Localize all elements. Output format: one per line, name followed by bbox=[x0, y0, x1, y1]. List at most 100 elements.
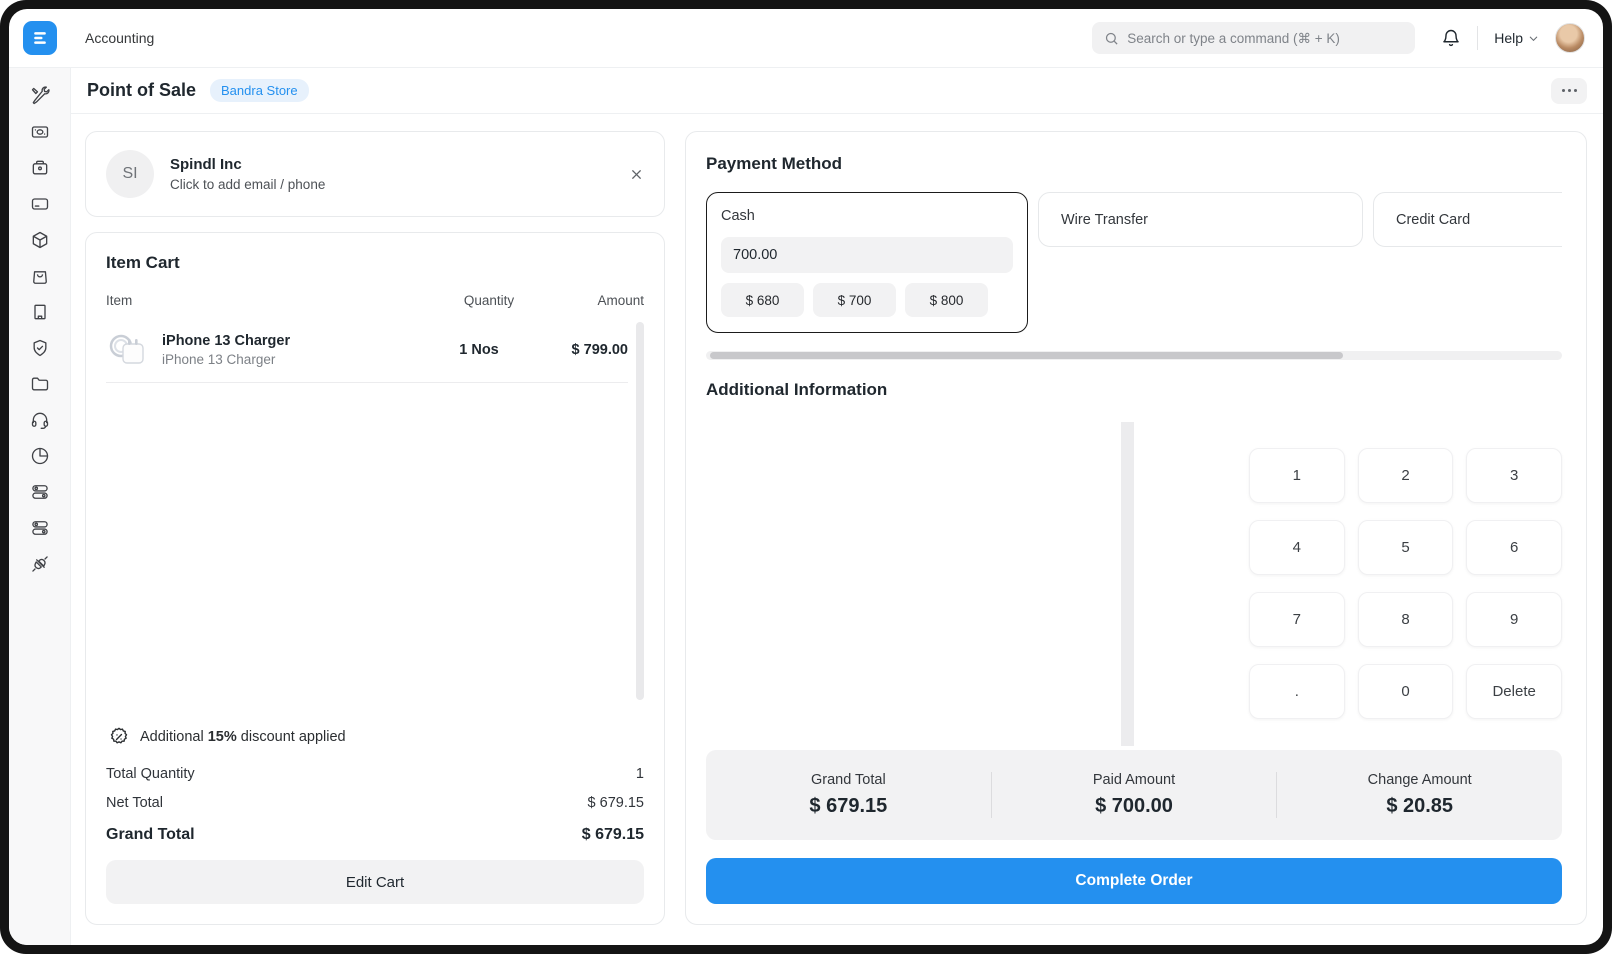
cash-amount-input[interactable] bbox=[721, 237, 1013, 273]
left-column: SI Spindl Inc Click to add email / phone bbox=[85, 131, 665, 925]
search-bar[interactable] bbox=[1092, 22, 1415, 54]
numpad-key-decimal[interactable]: . bbox=[1249, 664, 1345, 719]
column-item: Item bbox=[106, 293, 444, 308]
store-badge[interactable]: Bandra Store bbox=[210, 79, 309, 102]
payment-methods-scrollbar[interactable] bbox=[706, 351, 1562, 360]
quick-amount-700[interactable]: $ 700 bbox=[813, 283, 896, 317]
column-amount: Amount bbox=[534, 293, 644, 308]
net-total-value: $ 679.15 bbox=[588, 795, 644, 811]
summary-change-amount-label: Change Amount bbox=[1277, 772, 1562, 788]
cash-label: Cash bbox=[721, 208, 1013, 224]
summary-paid-amount-label: Paid Amount bbox=[992, 772, 1277, 788]
numpad-key-9[interactable]: 9 bbox=[1466, 592, 1562, 647]
payment-method-cash[interactable]: Cash $ 680 $ 700 $ 800 bbox=[706, 192, 1028, 333]
shopping-bag-icon[interactable] bbox=[23, 262, 57, 290]
window-frame: Accounting Help bbox=[0, 0, 1612, 954]
cart-scrollbar[interactable] bbox=[636, 322, 644, 700]
topbar: Accounting Help bbox=[9, 9, 1603, 68]
numpad-key-0[interactable]: 0 bbox=[1358, 664, 1454, 719]
product-name: iPhone 13 Charger bbox=[162, 333, 434, 349]
product-image bbox=[106, 330, 150, 370]
payment-methods: Cash $ 680 $ 700 $ 800 Wire Transfer Cre… bbox=[706, 192, 1562, 333]
plug-icon[interactable] bbox=[23, 550, 57, 578]
numpad-key-1[interactable]: 1 bbox=[1249, 448, 1345, 503]
payment-method-title: Payment Method bbox=[706, 154, 1562, 174]
quick-amount-800[interactable]: $ 800 bbox=[905, 283, 988, 317]
customer-name: Spindl Inc bbox=[170, 156, 325, 173]
page-content: SI Spindl Inc Click to add email / phone bbox=[71, 114, 1603, 945]
customer-avatar: SI bbox=[106, 150, 154, 198]
payment-method-credit-card[interactable]: Credit Card bbox=[1373, 192, 1562, 247]
order-summary-bar: Grand Total $ 679.15 Paid Amount $ 700.0… bbox=[706, 750, 1562, 840]
cart-item-row[interactable]: iPhone 13 Charger iPhone 13 Charger 1 No… bbox=[106, 322, 628, 383]
tools-icon[interactable] bbox=[23, 82, 57, 110]
summary-paid-amount-value: $ 700.00 bbox=[992, 795, 1277, 818]
summary-grand-total: Grand Total $ 679.15 bbox=[706, 772, 991, 818]
page-title: Point of Sale bbox=[87, 80, 196, 101]
help-button[interactable]: Help bbox=[1494, 30, 1539, 46]
app-title: Accounting bbox=[85, 30, 154, 46]
payment-method-wire-transfer[interactable]: Wire Transfer bbox=[1038, 192, 1363, 247]
building-icon[interactable] bbox=[23, 298, 57, 326]
numpad-key-2[interactable]: 2 bbox=[1358, 448, 1454, 503]
numpad-key-4[interactable]: 4 bbox=[1249, 520, 1345, 575]
user-avatar[interactable] bbox=[1555, 23, 1585, 53]
notifications-bell-icon[interactable] bbox=[1441, 28, 1461, 48]
total-quantity-row: Total Quantity 1 bbox=[106, 766, 644, 782]
column-quantity: Quantity bbox=[444, 293, 534, 308]
close-icon bbox=[629, 167, 644, 182]
total-quantity-label: Total Quantity bbox=[106, 766, 195, 782]
customer-card[interactable]: SI Spindl Inc Click to add email / phone bbox=[85, 131, 665, 217]
grand-total-value: $ 679.15 bbox=[582, 826, 644, 844]
card-icon[interactable] bbox=[23, 190, 57, 218]
summary-grand-total-value: $ 679.15 bbox=[706, 795, 991, 818]
grand-total-label: Grand Total bbox=[106, 826, 195, 844]
scrollbar-thumb[interactable] bbox=[710, 352, 1343, 359]
more-options-button[interactable] bbox=[1551, 78, 1587, 104]
item-cart-title: Item Cart bbox=[106, 253, 644, 273]
main-area: Point of Sale Bandra Store SI Spindl Inc… bbox=[71, 68, 1603, 945]
app-window: Accounting Help bbox=[9, 9, 1603, 945]
numpad-key-5[interactable]: 5 bbox=[1358, 520, 1454, 575]
quick-amount-680[interactable]: $ 680 bbox=[721, 283, 804, 317]
additional-info-title: Additional Information bbox=[706, 380, 1562, 400]
additional-info-empty bbox=[706, 412, 1121, 750]
cash-register-icon[interactable] bbox=[23, 118, 57, 146]
app-logo[interactable] bbox=[9, 21, 71, 55]
search-icon bbox=[1104, 31, 1119, 46]
cart-totals: Total Quantity 1 Net Total $ 679.15 Gran… bbox=[106, 766, 644, 844]
page-header: Point of Sale Bandra Store bbox=[71, 68, 1603, 114]
headset-icon[interactable] bbox=[23, 406, 57, 434]
numpad-key-3[interactable]: 3 bbox=[1466, 448, 1562, 503]
numpad-area: 1 2 3 4 5 6 7 8 9 . 0 De bbox=[1249, 412, 1562, 750]
quick-amounts: $ 680 $ 700 $ 800 bbox=[721, 283, 1013, 317]
shield-check-icon[interactable] bbox=[23, 334, 57, 362]
remove-customer-button[interactable] bbox=[629, 167, 644, 182]
discount-badge-icon bbox=[108, 726, 130, 748]
summary-grand-total-label: Grand Total bbox=[706, 772, 991, 788]
search-input[interactable] bbox=[1127, 31, 1403, 46]
item-cart-card: Item Cart Item Quantity Amount bbox=[85, 232, 665, 925]
product-amount: $ 799.00 bbox=[524, 342, 628, 358]
complete-order-button[interactable]: Complete Order bbox=[706, 858, 1562, 904]
customer-contact-hint[interactable]: Click to add email / phone bbox=[170, 177, 325, 192]
folder-icon[interactable] bbox=[23, 370, 57, 398]
pie-chart-icon[interactable] bbox=[23, 442, 57, 470]
toggles-icon[interactable] bbox=[23, 478, 57, 506]
toggles-alt-icon[interactable] bbox=[23, 514, 57, 542]
numpad: 1 2 3 4 5 6 7 8 9 . 0 De bbox=[1249, 448, 1562, 719]
numpad-key-delete[interactable]: Delete bbox=[1466, 664, 1562, 719]
edit-cart-button[interactable]: Edit Cart bbox=[106, 860, 644, 904]
total-quantity-value: 1 bbox=[636, 766, 644, 782]
numpad-key-7[interactable]: 7 bbox=[1249, 592, 1345, 647]
numpad-key-8[interactable]: 8 bbox=[1358, 592, 1454, 647]
app-logo-icon bbox=[23, 21, 57, 55]
package-icon[interactable] bbox=[23, 226, 57, 254]
help-label: Help bbox=[1494, 30, 1523, 46]
sidebar-nav bbox=[9, 68, 71, 945]
additional-info-scrollbar[interactable] bbox=[1121, 422, 1134, 746]
numpad-key-6[interactable]: 6 bbox=[1466, 520, 1562, 575]
summary-change-amount-value: $ 20.85 bbox=[1277, 795, 1562, 818]
till-icon[interactable] bbox=[23, 154, 57, 182]
chevron-down-icon bbox=[1528, 33, 1539, 44]
